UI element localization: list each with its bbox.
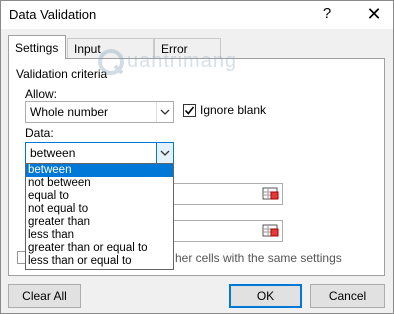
apply-all-label[interactable]: her cells with the same settings <box>175 251 342 265</box>
list-item[interactable]: less than or equal to <box>26 255 173 268</box>
close-button[interactable]: ✕ <box>363 3 385 25</box>
data-select-value: between <box>30 146 76 160</box>
data-options-list[interactable]: between not between equal to not equal t… <box>25 163 174 270</box>
data-label: Data: <box>25 126 54 140</box>
list-item[interactable]: between <box>26 164 173 177</box>
title-bar: Data Validation ? ✕ <box>1 1 393 29</box>
help-button[interactable]: ? <box>319 5 335 23</box>
list-item[interactable]: greater than or equal to <box>26 242 173 255</box>
ok-button[interactable]: OK <box>229 284 302 308</box>
allow-select-value: Whole number <box>30 105 109 119</box>
clear-all-button[interactable]: Clear All <box>8 284 81 308</box>
tab-input-message[interactable]: Input Message <box>67 38 154 70</box>
list-item[interactable]: greater than <box>26 216 173 229</box>
allow-label: Allow: <box>25 87 58 101</box>
range-select-icon[interactable] <box>262 223 280 239</box>
list-item[interactable]: not between <box>26 177 173 190</box>
ignore-blank-label[interactable]: Ignore blank <box>200 103 266 117</box>
range-select-icon[interactable] <box>262 186 280 202</box>
cancel-button[interactable]: Cancel <box>310 284 385 308</box>
allow-select[interactable]: Whole number <box>25 101 174 123</box>
list-item[interactable]: equal to <box>26 190 173 203</box>
data-select[interactable]: between <box>25 142 174 164</box>
window-title: Data Validation <box>9 7 97 22</box>
tab-settings-label: Settings <box>15 41 59 55</box>
list-item[interactable]: less than <box>26 229 173 242</box>
tab-error-alert[interactable]: Error Alert <box>154 38 221 70</box>
data-validation-dialog: Data Validation ? ✕ Settings Input Messa… <box>0 0 394 314</box>
chevron-down-icon[interactable] <box>156 102 173 122</box>
chevron-down-icon[interactable] <box>156 142 174 164</box>
validation-criteria-label: Validation criteria <box>16 67 108 81</box>
tab-settings[interactable]: Settings <box>8 35 66 59</box>
ignore-blank-checkbox[interactable] <box>183 104 196 117</box>
list-item[interactable]: not equal to <box>26 203 173 216</box>
checkmark-icon <box>184 106 195 115</box>
